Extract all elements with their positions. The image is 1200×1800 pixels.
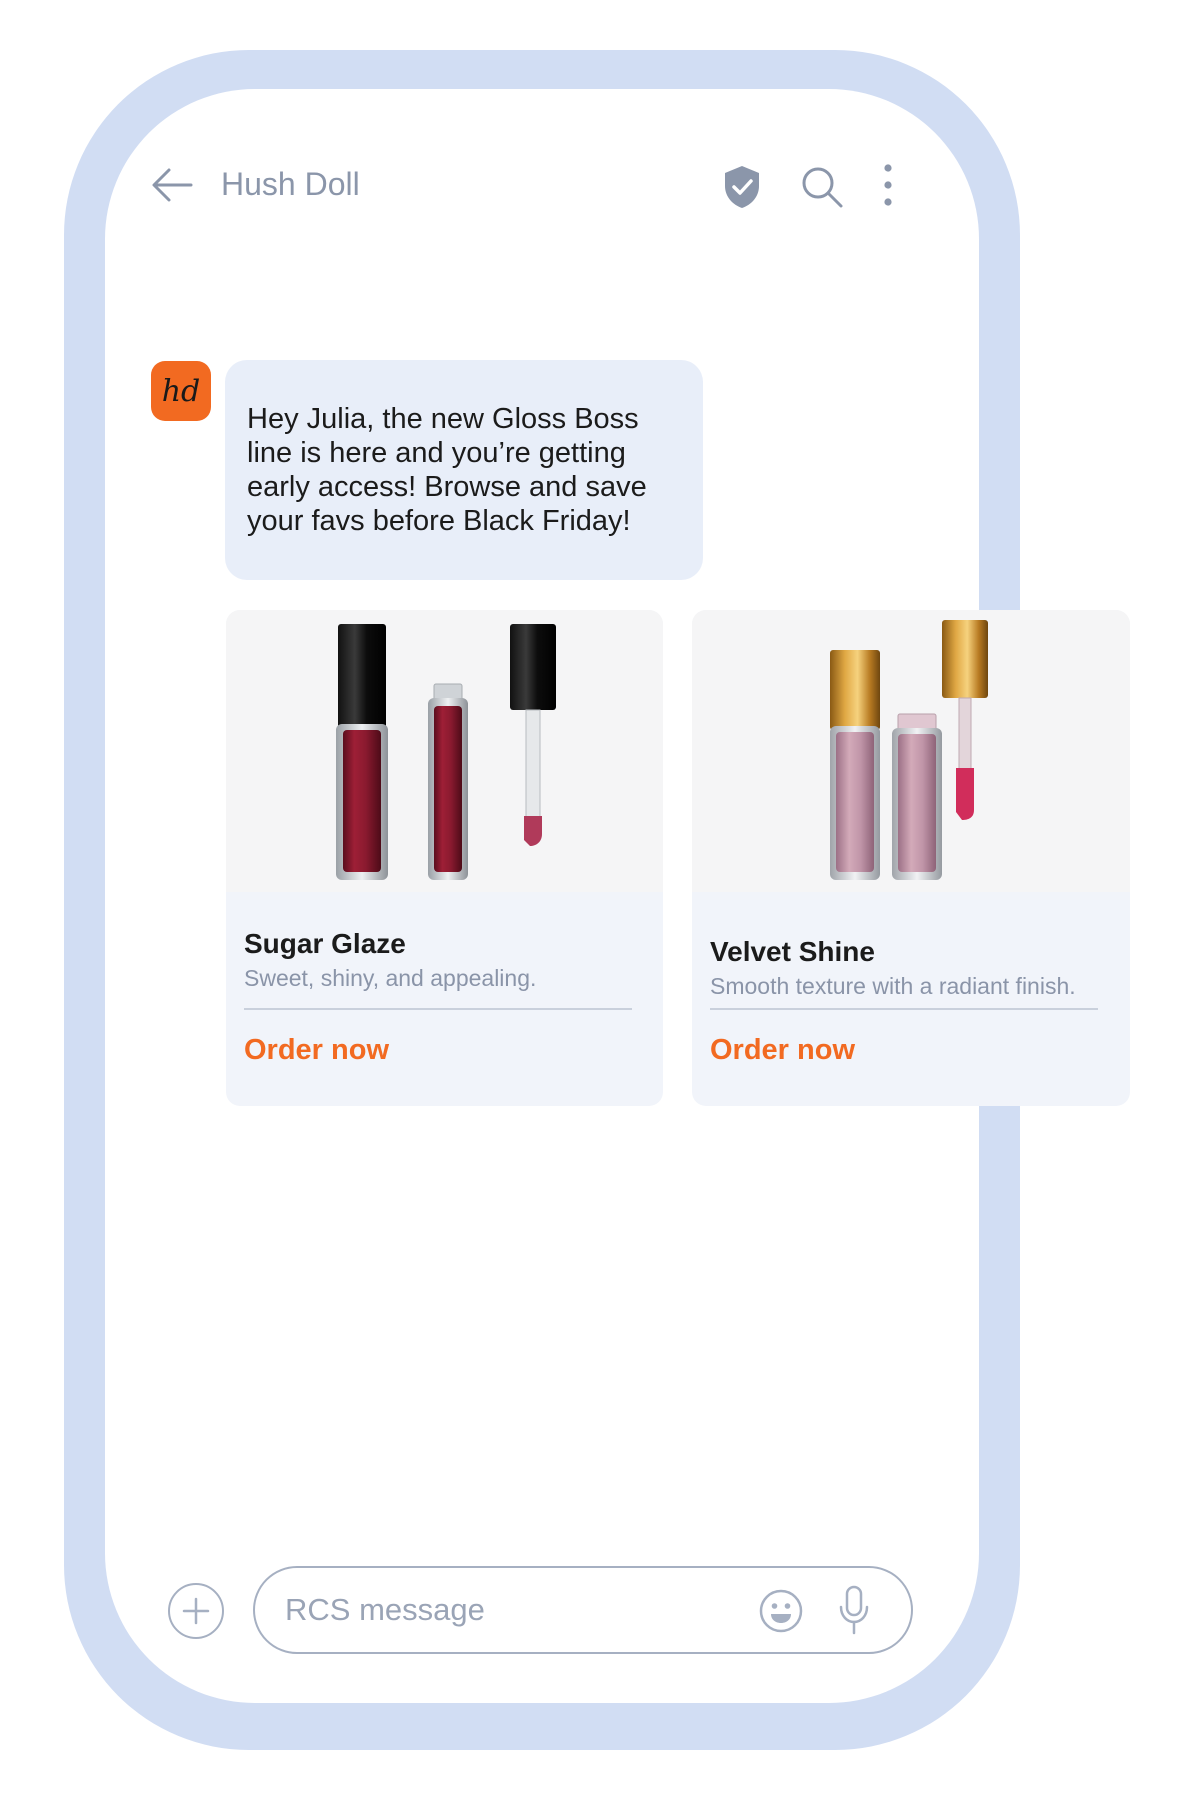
- card-divider: [244, 1008, 632, 1010]
- card-description: Smooth texture with a radiant finish.: [710, 973, 1076, 999]
- verified-shield-icon: [725, 166, 759, 208]
- card-title: Velvet Shine: [710, 936, 875, 967]
- search-icon: [802, 167, 843, 208]
- pink-lip-gloss-image: [830, 620, 988, 880]
- emoji-button[interactable]: [758, 1588, 804, 1634]
- verified-shield-button[interactable]: [721, 164, 763, 210]
- conversation-header: Hush Doll: [105, 150, 979, 230]
- microphone-icon: [839, 1585, 869, 1635]
- more-vertical-icon: [884, 164, 892, 206]
- product-image: [226, 610, 663, 892]
- stage: Hush Doll hd Hey Julia, the new Gloss Bo…: [0, 0, 1200, 1800]
- back-button[interactable]: [147, 160, 197, 210]
- card-divider: [710, 1008, 1098, 1010]
- red-lip-gloss-image: [336, 624, 556, 880]
- product-image: [692, 610, 1130, 892]
- message-text: Hey Julia, the new Gloss Boss line is he…: [247, 403, 647, 537]
- add-icon: [182, 1597, 210, 1625]
- order-now-button[interactable]: Order now: [244, 1034, 389, 1067]
- add-attachment-button[interactable]: [168, 1583, 224, 1639]
- card-description: Sweet, shiny, and appealing.: [244, 965, 537, 991]
- message-composer: [253, 1566, 913, 1654]
- card-title: Sugar Glaze: [244, 928, 406, 959]
- emoji-icon: [759, 1589, 803, 1633]
- sender-avatar: hd: [151, 361, 211, 421]
- microphone-button[interactable]: [838, 1585, 870, 1635]
- order-now-button[interactable]: Order now: [710, 1034, 855, 1067]
- product-card[interactable]: Velvet Shine Smooth texture with a radia…: [692, 610, 1130, 1106]
- message-input[interactable]: [285, 1586, 725, 1634]
- message-bubble: Hey Julia, the new Gloss Boss line is he…: [225, 360, 703, 580]
- search-button[interactable]: [799, 164, 845, 210]
- product-card[interactable]: Sugar Glaze Sweet, shiny, and appealing.…: [226, 610, 663, 1106]
- contact-name: Hush Doll: [221, 166, 360, 202]
- more-options-button[interactable]: [881, 162, 895, 208]
- back-arrow-icon: [152, 168, 193, 202]
